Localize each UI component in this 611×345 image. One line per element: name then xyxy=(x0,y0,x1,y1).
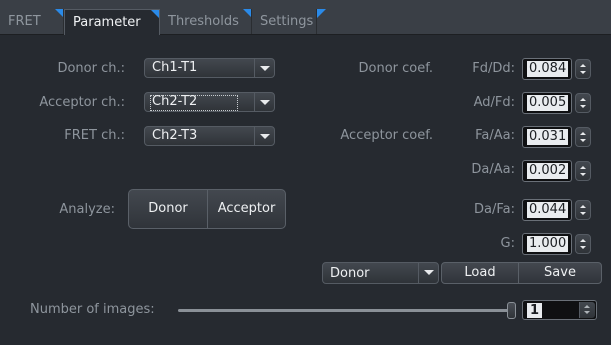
step-down-icon xyxy=(580,71,586,74)
fa-aa-stepper[interactable] xyxy=(575,127,591,147)
tab-fret-label: FRET xyxy=(8,14,41,29)
step-down-icon xyxy=(580,139,586,142)
da-aa-stepper[interactable] xyxy=(575,161,591,181)
ad-fd-label: Ad/Fd: xyxy=(473,95,515,110)
analyze-donor-button[interactable]: Donor xyxy=(128,189,208,229)
tab-parameter[interactable]: Parameter xyxy=(64,9,160,35)
step-down-icon xyxy=(580,212,586,215)
step-down-icon xyxy=(580,173,586,176)
tab-corner-marker xyxy=(55,9,63,17)
acceptor-coef-label: Acceptor coef. xyxy=(340,128,433,143)
images-slider-handle[interactable] xyxy=(507,302,516,319)
da-fa-value: 0.044 xyxy=(527,202,569,218)
step-down-icon xyxy=(584,311,590,314)
tab-thresholds-label: Thresholds xyxy=(168,14,239,29)
fa-aa-field[interactable]: 0.031 xyxy=(522,126,572,148)
load-button-label: Load xyxy=(464,265,496,280)
tab-parameter-label: Parameter xyxy=(73,15,141,30)
chevron-down-icon xyxy=(418,263,438,283)
chevron-down-icon xyxy=(254,93,274,111)
ad-fd-value: 0.005 xyxy=(527,95,569,111)
g-factor-value: 1.000 xyxy=(527,236,569,252)
donor-channel-select[interactable]: Ch1-T1 xyxy=(144,58,275,78)
donor-channel-value: Ch1-T1 xyxy=(152,60,198,75)
da-fa-label: Da/Fa: xyxy=(474,202,515,217)
images-value: 1 xyxy=(527,303,543,318)
acceptor-channel-select[interactable]: Ch2-T2 xyxy=(144,92,275,112)
fret-channel-select[interactable]: Ch2-T3 xyxy=(144,126,275,146)
images-spinbox[interactable]: 1 xyxy=(522,300,597,320)
fd-dd-field[interactable]: 0.084 xyxy=(522,58,572,80)
load-button[interactable]: Load xyxy=(441,262,519,284)
analyze-donor-label: Donor xyxy=(148,201,188,216)
acceptor-channel-label: Acceptor ch.: xyxy=(39,95,125,110)
fret-channel-value: Ch2-T3 xyxy=(152,128,198,143)
fd-dd-value: 0.084 xyxy=(527,61,569,77)
da-aa-field[interactable]: 0.002 xyxy=(522,160,572,182)
step-up-icon xyxy=(584,305,590,308)
analyze-acceptor-label: Acceptor xyxy=(217,201,276,216)
save-button[interactable]: Save xyxy=(518,262,602,284)
fd-dd-stepper[interactable] xyxy=(575,59,591,79)
tab-end-marker xyxy=(317,9,327,34)
number-of-images-label: Number of images: xyxy=(30,302,155,317)
step-down-icon xyxy=(580,105,586,108)
step-up-icon xyxy=(580,205,586,208)
tab-corner-marker xyxy=(243,9,251,17)
preset-select[interactable]: Donor xyxy=(322,262,439,284)
tab-corner-marker xyxy=(151,10,159,18)
chevron-down-icon xyxy=(254,127,274,145)
step-up-icon xyxy=(580,166,586,169)
step-up-icon xyxy=(580,64,586,67)
donor-channel-label: Donor ch.: xyxy=(57,61,125,76)
chevron-down-icon xyxy=(254,59,274,77)
donor-coef-label: Donor coef. xyxy=(358,61,434,76)
parameter-content xyxy=(0,35,611,345)
acceptor-channel-value: Ch2-T2 xyxy=(152,94,198,109)
step-up-icon xyxy=(580,98,586,101)
da-fa-stepper[interactable] xyxy=(575,200,591,220)
analyze-label: Analyze: xyxy=(59,202,115,217)
fa-aa-label: Fa/Aa: xyxy=(475,128,515,143)
fret-panel: FRET Parameter Thresholds Settings Donor… xyxy=(0,0,611,345)
step-up-icon xyxy=(580,132,586,135)
images-slider-track[interactable] xyxy=(178,309,510,312)
step-down-icon xyxy=(580,246,586,249)
ad-fd-stepper[interactable] xyxy=(575,93,591,113)
preset-value: Donor xyxy=(330,266,370,281)
tab-fret[interactable]: FRET xyxy=(0,9,64,34)
fa-aa-value: 0.031 xyxy=(527,129,569,145)
tab-settings[interactable]: Settings xyxy=(252,9,317,34)
da-fa-field[interactable]: 0.044 xyxy=(522,199,572,221)
g-factor-stepper[interactable] xyxy=(575,234,591,254)
analyze-acceptor-button[interactable]: Acceptor xyxy=(207,189,286,229)
tab-settings-label: Settings xyxy=(260,14,314,29)
fret-channel-label: FRET ch.: xyxy=(64,128,125,143)
tab-thresholds[interactable]: Thresholds xyxy=(160,9,252,34)
da-aa-label: Da/Aa: xyxy=(471,162,515,177)
ad-fd-field[interactable]: 0.005 xyxy=(522,92,572,114)
tab-bar: FRET Parameter Thresholds Settings xyxy=(0,0,611,35)
images-stepper[interactable] xyxy=(579,302,595,318)
step-up-icon xyxy=(580,239,586,242)
g-factor-label: G: xyxy=(500,236,515,251)
da-aa-value: 0.002 xyxy=(527,163,569,179)
fd-dd-label: Fd/Dd: xyxy=(472,61,515,76)
save-button-label: Save xyxy=(544,265,576,280)
g-factor-field[interactable]: 1.000 xyxy=(522,233,572,255)
